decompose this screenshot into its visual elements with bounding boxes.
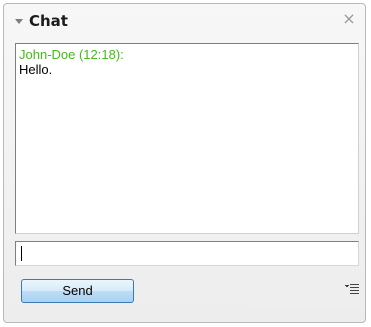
list-options-icon[interactable]: [344, 282, 360, 296]
message: John-Doe (12:18): Hello.: [19, 47, 355, 77]
chat-title: Chat: [29, 12, 68, 30]
chat-header: Chat ×: [4, 4, 365, 39]
close-icon[interactable]: ×: [341, 9, 357, 29]
collapse-arrow-icon[interactable]: [15, 19, 23, 24]
message-text: Hello.: [19, 62, 53, 77]
message-author: John-Doe (12:18):: [19, 47, 124, 62]
message-log[interactable]: John-Doe (12:18): Hello.: [15, 43, 359, 234]
text-caret: [21, 246, 22, 261]
message-input[interactable]: [15, 241, 359, 266]
send-button[interactable]: Send: [21, 279, 134, 303]
